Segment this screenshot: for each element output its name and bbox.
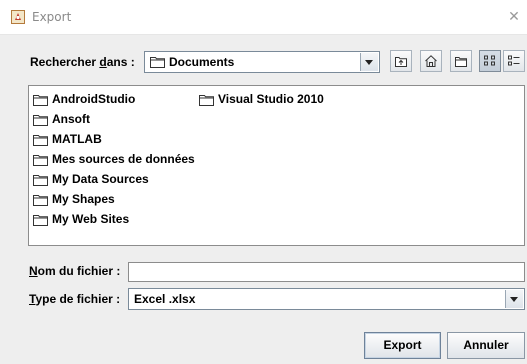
details-view-icon bbox=[508, 55, 520, 66]
folder-icon bbox=[199, 95, 214, 106]
filetype-combo[interactable]: Excel .xlsx bbox=[128, 288, 525, 310]
filename-label: Nom du fichier : bbox=[29, 264, 121, 278]
chevron-down-icon[interactable] bbox=[360, 53, 378, 71]
list-item-label: Ansoft bbox=[52, 112, 90, 126]
look-in-combo[interactable]: Documents bbox=[144, 51, 380, 73]
folder-icon bbox=[33, 175, 48, 186]
export-dialog: Export ✕ Rechercher dans : Documents And… bbox=[0, 0, 527, 364]
close-icon[interactable]: ✕ bbox=[504, 7, 524, 27]
list-view-button[interactable] bbox=[479, 50, 501, 72]
list-item-label: Visual Studio 2010 bbox=[218, 92, 324, 106]
list-item-label: My Data Sources bbox=[52, 172, 149, 186]
folder-icon bbox=[33, 195, 48, 206]
new-folder-button[interactable] bbox=[450, 50, 472, 72]
filename-input[interactable] bbox=[128, 262, 525, 282]
home-button[interactable] bbox=[420, 50, 442, 72]
title-bar[interactable]: Export ✕ bbox=[0, 0, 527, 35]
export-button[interactable]: Export bbox=[364, 332, 441, 359]
folder-icon bbox=[33, 155, 48, 166]
home-icon bbox=[425, 55, 437, 67]
chevron-down-icon[interactable] bbox=[505, 290, 523, 308]
java-duke-icon bbox=[11, 10, 25, 24]
list-item-label: My Web Sites bbox=[52, 212, 130, 226]
up-one-level-icon bbox=[395, 57, 407, 67]
folder-icon bbox=[33, 95, 48, 106]
filetype-label: Type de fichier : bbox=[29, 292, 121, 306]
list-item-label: AndroidStudio bbox=[52, 92, 136, 106]
list-item-label: MATLAB bbox=[52, 132, 102, 146]
window-title: Export bbox=[32, 10, 72, 24]
folder-icon bbox=[150, 57, 165, 68]
list-item-label: Mes sources de données bbox=[52, 152, 195, 166]
file-list[interactable]: AndroidStudio Ansoft MATLAB Mes sources … bbox=[28, 85, 525, 246]
list-view-icon bbox=[484, 55, 495, 66]
look-in-value: Documents bbox=[169, 55, 235, 69]
details-view-button[interactable] bbox=[503, 50, 525, 72]
folder-icon bbox=[33, 115, 48, 126]
new-folder-icon bbox=[455, 57, 467, 67]
up-one-level-button[interactable] bbox=[390, 50, 412, 72]
folder-icon bbox=[33, 135, 48, 146]
list-item-label: My Shapes bbox=[52, 192, 115, 206]
look-in-label: Rechercher dans : bbox=[30, 55, 135, 69]
cancel-button[interactable]: Annuler bbox=[447, 332, 525, 359]
filetype-value: Excel .xlsx bbox=[134, 292, 196, 306]
folder-icon bbox=[33, 215, 48, 226]
